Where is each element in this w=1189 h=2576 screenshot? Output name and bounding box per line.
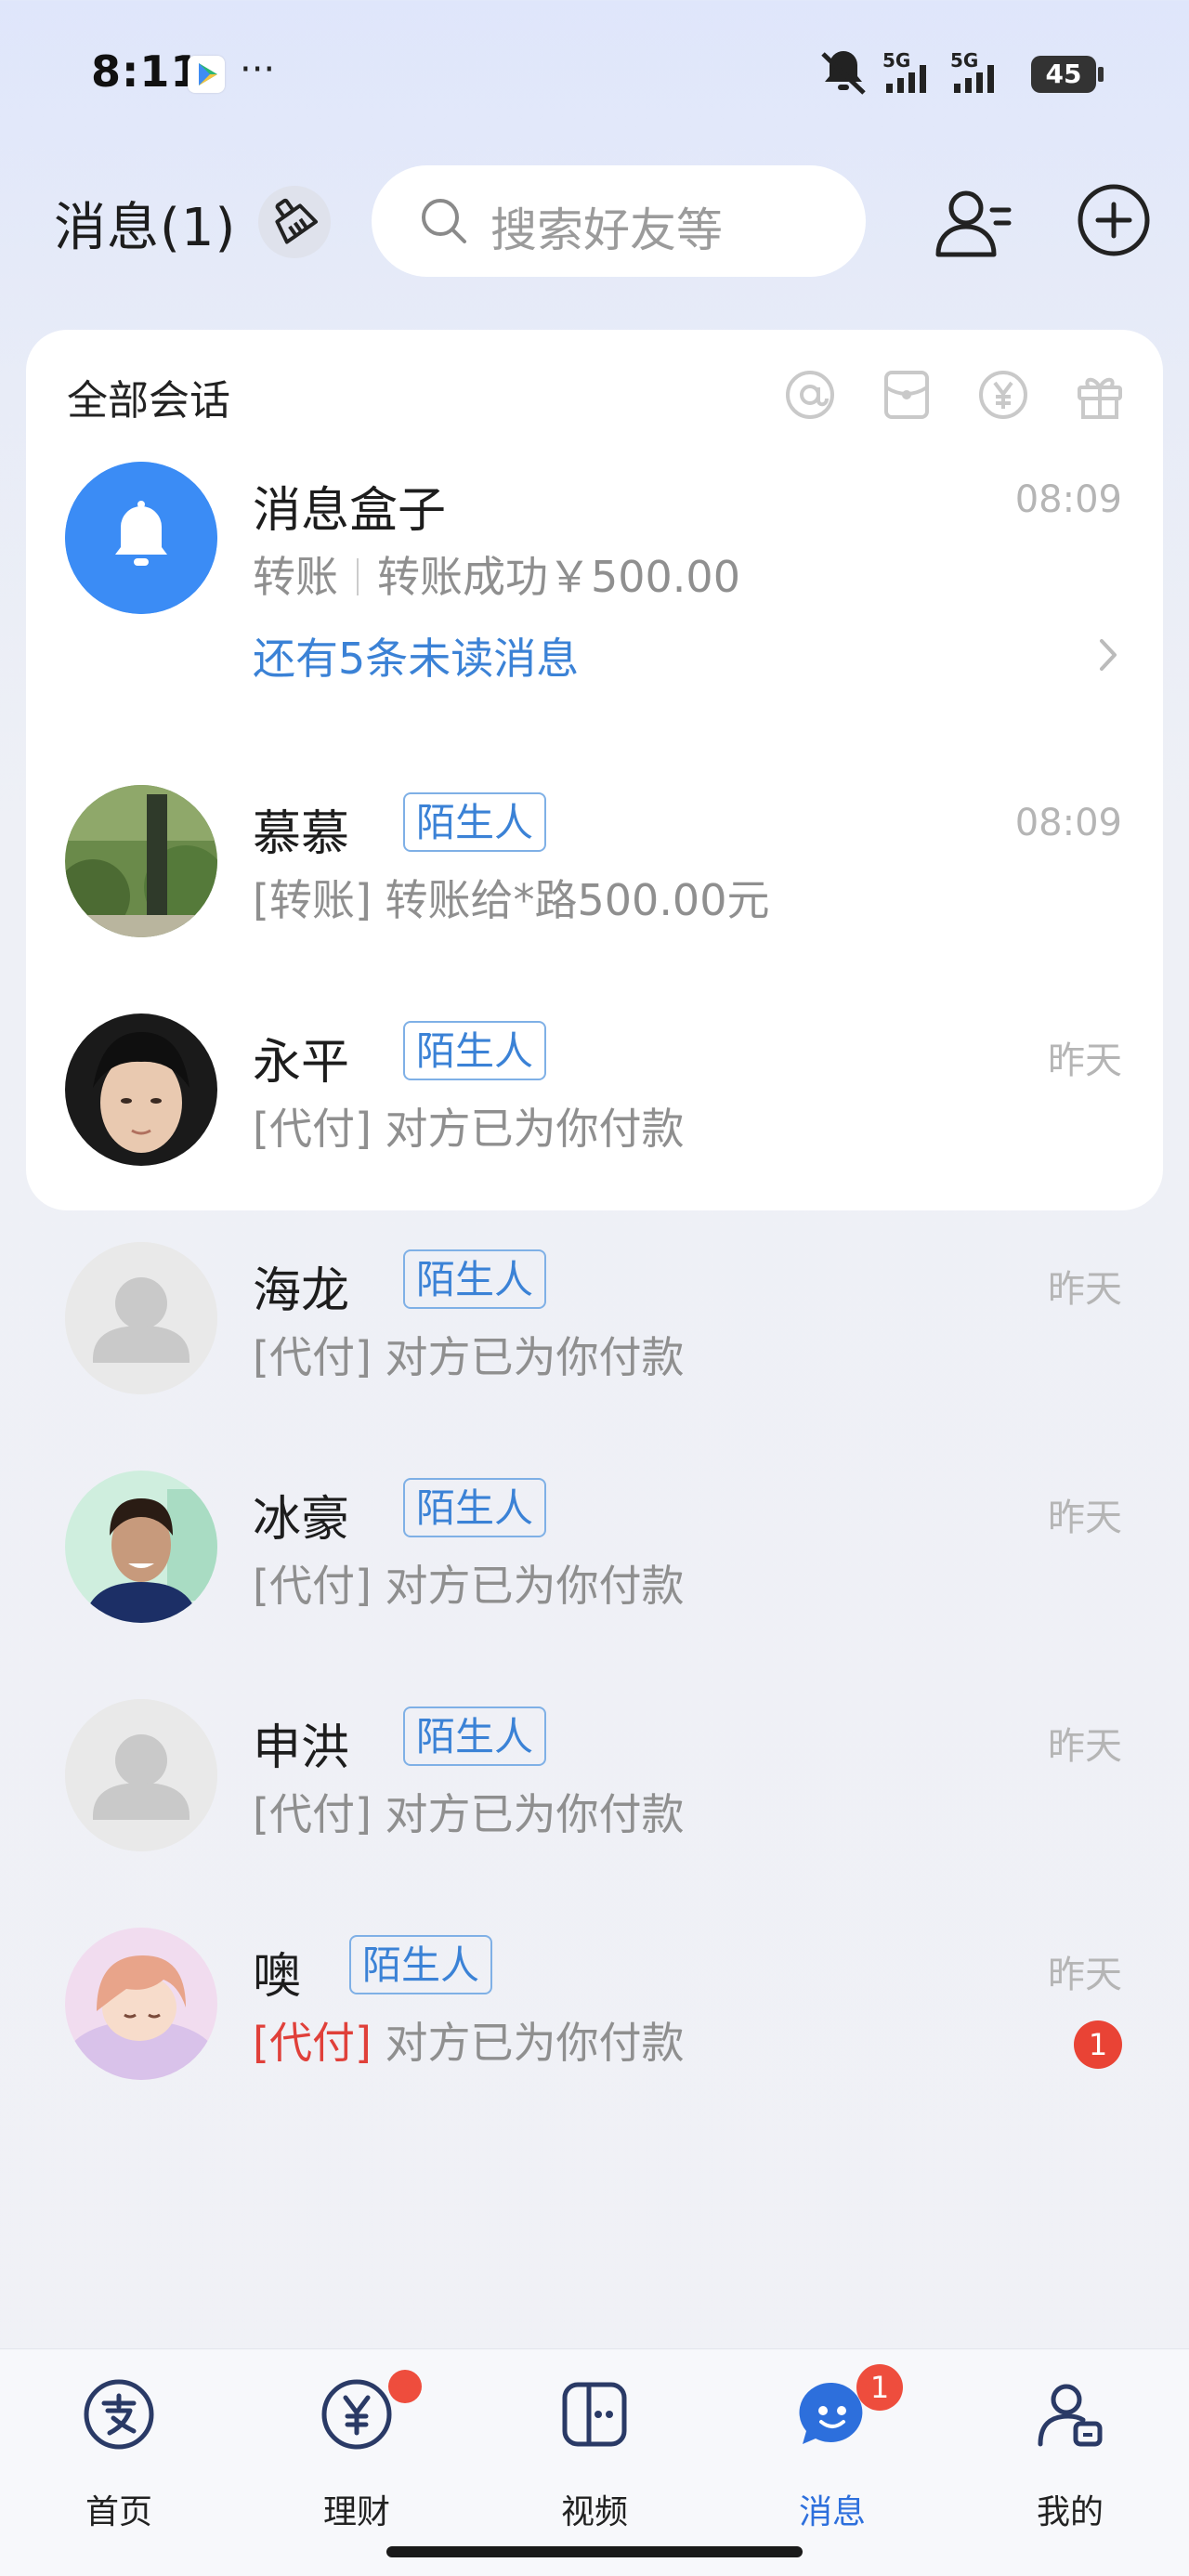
list-item[interactable]: 冰豪 陌生人 [代付] 对方已为你付款 昨天 <box>26 1471 1163 1703</box>
unread-badge: 1 <box>1074 2020 1122 2069</box>
network-label-1: 5G <box>882 49 910 72</box>
bottom-nav: 首页 理财 视频 1 消息 我的 <box>0 2348 1189 2576</box>
stranger-tag: 陌生人 <box>403 792 547 852</box>
conversation-time: 08:09 <box>1014 478 1122 521</box>
bell-avatar <box>65 462 217 614</box>
conversation-name: 申洪 <box>253 1720 350 1776</box>
conversation-name: 冰豪 <box>253 1492 350 1548</box>
nav-label: 我的 <box>1036 2493 1104 2531</box>
conversation-name: 噢 <box>253 1949 302 2005</box>
page-title: 消息(1) <box>54 198 237 258</box>
tab-home[interactable]: 首页 <box>26 2370 212 2537</box>
preview-text: 转账成功￥500.00 <box>377 552 740 602</box>
preview-text: 对方已为你付款 <box>371 2018 685 2068</box>
clear-unread-button[interactable] <box>258 186 331 258</box>
bell-icon <box>65 462 217 614</box>
gift-icon[interactable] <box>1072 367 1128 423</box>
preview-prefix: [代付] <box>253 2018 372 2068</box>
filter-icons <box>782 367 1128 423</box>
conversation-preview: [代付] 对方已为你付款 <box>253 2009 685 2071</box>
list-item[interactable]: 永平 陌生人 [代付] 对方已为你付款 昨天 <box>26 1013 1163 1246</box>
contacts-icon <box>935 190 1012 257</box>
conversation-name: 慕慕 <box>253 806 350 862</box>
status-time: 8:11 <box>91 46 202 97</box>
finance-icon <box>321 2379 392 2450</box>
divider <box>357 558 359 595</box>
conversation-name: 消息盒子 <box>253 483 447 539</box>
at-icon[interactable] <box>782 367 838 423</box>
tab-mine[interactable]: 我的 <box>977 2370 1163 2537</box>
list-item[interactable]: 慕慕 陌生人 [转账] 转账给*路500.00元 08:09 <box>26 785 1163 1017</box>
profile-icon <box>1038 2384 1103 2447</box>
contacts-button[interactable] <box>931 182 1014 266</box>
tab-video[interactable]: 视频 <box>502 2370 687 2537</box>
avatar <box>65 1013 217 1166</box>
stranger-tag: 陌生人 <box>349 1935 493 1994</box>
search-placeholder: 搜索好友等 <box>490 203 723 257</box>
conversation-time: 昨天 <box>1048 1268 1122 1311</box>
chevron-right-icon <box>1094 632 1122 682</box>
conversation-time: 08:09 <box>1014 802 1122 844</box>
all-conversations-title: 全部会话 <box>67 377 230 425</box>
notification-dot <box>388 2370 422 2403</box>
conversation-name: 永平 <box>253 1035 350 1091</box>
conversation-time: 昨天 <box>1048 1954 1122 1996</box>
yuan-icon[interactable] <box>975 367 1031 423</box>
nav-label: 消息 <box>798 2493 866 2531</box>
home-indicator[interactable] <box>386 2546 803 2557</box>
conversation-name: 海龙 <box>253 1263 350 1319</box>
search-input[interactable]: 搜索好友等 <box>372 165 866 277</box>
avatar <box>65 1928 217 2080</box>
conversation-preview: [代付] 对方已为你付款 <box>253 1561 685 1611</box>
default-avatar <box>65 1242 217 1394</box>
person-icon <box>65 1242 217 1394</box>
conversation-card: 全部会话 消息盒子 转账转账成功￥500.00 08:09 还有5条未读消息 <box>26 330 1163 2080</box>
list-item[interactable]: 海龙 陌生人 [代付] 对方已为你付款 昨天 <box>26 1242 1163 1474</box>
broom-icon <box>275 198 319 244</box>
stranger-tag: 陌生人 <box>403 1706 547 1766</box>
app-store-icon <box>188 56 225 93</box>
conversation-time: 昨天 <box>1048 1040 1122 1082</box>
battery-indicator: 45 <box>1031 56 1104 93</box>
more-notifications: ··· <box>240 48 276 91</box>
conversation-preview: [转账] 转账给*路500.00元 <box>253 875 770 925</box>
nav-label: 首页 <box>85 2493 152 2531</box>
list-item[interactable]: 噢 陌生人 [代付] 对方已为你付款 昨天 1 <box>26 1928 1163 2160</box>
conversation-preview: [代付] 对方已为你付款 <box>253 1104 685 1154</box>
stranger-tag: 陌生人 <box>403 1249 547 1309</box>
status-bar: 8:11 ··· 5G 5G 45 <box>0 0 1189 149</box>
signal-icons: 5G 5G <box>821 49 994 95</box>
conversation-time: 昨天 <box>1048 1725 1122 1768</box>
avatar <box>65 785 217 937</box>
conversation-preview: [代付] 对方已为你付款 <box>253 1789 685 1839</box>
list-item[interactable]: 消息盒子 转账 转账成功￥500.00 08:09 还有5条未读消息 <box>26 451 1163 684</box>
messages-badge: 1 <box>856 2364 903 2411</box>
conversation-time: 昨天 <box>1048 1497 1122 1539</box>
stranger-tag: 陌生人 <box>403 1478 547 1537</box>
unread-more-link[interactable]: 还有5条未读消息 <box>253 625 579 686</box>
tab-finance[interactable]: 理财 <box>264 2370 450 2537</box>
network-label-2: 5G <box>950 49 978 72</box>
person-icon <box>65 1699 217 1851</box>
list-item[interactable]: 申洪 陌生人 [代付] 对方已为你付款 昨天 <box>26 1699 1163 1931</box>
conversation-preview: [代付] 对方已为你付款 <box>253 1332 685 1382</box>
plus-circle-icon <box>1078 184 1150 256</box>
avatar <box>65 1471 217 1623</box>
add-button[interactable] <box>1076 182 1152 258</box>
tab-messages[interactable]: 1 消息 <box>739 2364 925 2537</box>
video-icon <box>562 2382 627 2447</box>
preview-type: 转账 <box>253 552 338 602</box>
alipay-icon <box>84 2379 154 2450</box>
stranger-tag: 陌生人 <box>403 1021 547 1080</box>
nav-label: 理财 <box>322 2493 390 2531</box>
nav-label: 视频 <box>560 2493 628 2531</box>
conversation-preview: 转账 转账成功￥500.00 <box>253 543 740 605</box>
default-avatar <box>65 1699 217 1851</box>
search-icon <box>422 199 466 243</box>
red-packet-icon[interactable] <box>879 367 934 423</box>
